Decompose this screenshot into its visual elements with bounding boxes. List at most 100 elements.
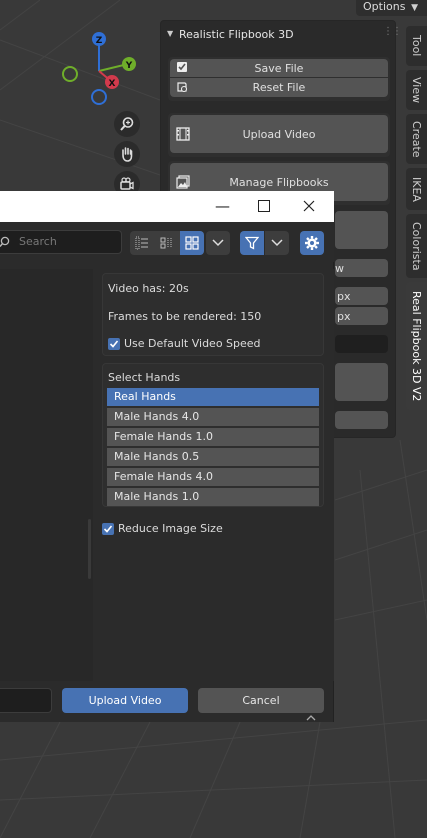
search-icon [0, 236, 10, 247]
reset-file-label: Reset File [252, 81, 306, 94]
options-label: Options [363, 0, 406, 13]
manage-flipbooks-label: Manage Flipbooks [229, 175, 329, 189]
list-item[interactable]: Male Hands 0.5 [107, 448, 319, 466]
cancel-label: Cancel [242, 694, 280, 707]
select-hands-label: Select Hands [108, 371, 181, 384]
file-browser-list[interactable] [0, 269, 93, 681]
default-speed-label: Use Default Video Speed [124, 337, 261, 350]
hidden-button-2[interactable] [335, 363, 388, 401]
hidden-field-px-2-label: px [337, 309, 351, 323]
reduce-image-size-label: Reduce Image Size [118, 522, 223, 535]
sidebar-tabs: Tool View Create IKEA Colorista Real Fli… [406, 26, 427, 426]
display-mode-group [130, 231, 204, 255]
zoom-button[interactable] [114, 111, 140, 137]
tab-view-label: View [410, 76, 423, 104]
tab-view[interactable]: View [406, 70, 427, 110]
checkbox-checked-icon [102, 522, 114, 535]
cancel-button[interactable]: Cancel [198, 688, 324, 713]
upload-video-label: Upload Video [88, 694, 162, 707]
upload-video-dialog: — Search Video has: 20s Frames to be ren… [0, 191, 334, 722]
chevron-down-icon: ▼ [411, 3, 418, 13]
video-length-text: Video has: 20s [108, 282, 189, 295]
gear-icon [305, 236, 319, 250]
list-vertical-button[interactable] [130, 231, 154, 255]
chevron-down-icon [271, 239, 283, 247]
minimize-icon[interactable]: — [215, 197, 230, 215]
scrollbar[interactable] [88, 519, 91, 579]
options-dropdown[interactable]: Options ▼ [356, 0, 427, 16]
hidden-button-3[interactable] [335, 411, 388, 429]
panel-upload-video-button[interactable]: Upload Video [170, 115, 388, 153]
tab-real-flipbook-label: Real Flipbook 3D V2 [410, 290, 423, 402]
search-input[interactable]: Search [0, 230, 122, 254]
display-mode-dropdown[interactable] [206, 231, 230, 255]
filter-icon [245, 236, 259, 250]
maximize-icon[interactable] [258, 200, 270, 212]
hidden-button-1[interactable] [335, 211, 388, 249]
thumbnail-button[interactable] [180, 231, 204, 255]
list-item[interactable]: Female Hands 1.0 [107, 428, 319, 446]
save-file-label: Save File [254, 61, 304, 75]
gizmo-y-label: Y [125, 61, 133, 71]
panel-upload-video-label: Upload Video [242, 127, 316, 141]
tab-tool[interactable]: Tool [406, 26, 427, 66]
filter-dropdown[interactable] [265, 231, 289, 255]
list-item[interactable]: Real Hands [107, 388, 319, 406]
image-icon [176, 175, 190, 192]
select-hands-box: Select Hands Real Hands Male Hands 4.0 F… [102, 363, 324, 507]
tab-colorista-label: Colorista [410, 221, 423, 271]
checkbox-checked-icon [108, 337, 120, 350]
tab-create-label: Create [410, 120, 423, 158]
dialog-titlebar[interactable]: — [0, 191, 334, 222]
upload-video-button[interactable]: Upload Video [62, 688, 188, 713]
3d-viewport[interactable]: Options ▼ Z Y X ▼ Realistic Flipbook 3D … [0, 0, 427, 838]
filename-input[interactable] [0, 688, 52, 713]
reset-file-button[interactable]: Reset File [170, 78, 388, 97]
chevron-down-icon: ▼ [167, 29, 174, 38]
tab-ikea[interactable]: IKEA [406, 168, 427, 210]
list-item[interactable]: Female Hands 4.0 [107, 468, 319, 486]
camera-icon [120, 177, 134, 190]
hands-list: Real Hands Male Hands 4.0 Female Hands 1… [107, 388, 319, 506]
columns-icon [160, 237, 172, 249]
hidden-field-w[interactable]: w [335, 259, 388, 277]
hand-icon [122, 147, 133, 162]
options-column: Video has: 20s Frames to be rendered: 15… [93, 269, 334, 681]
upload-group: Upload Video [168, 113, 390, 157]
navigation-gizmo[interactable]: Z Y X [56, 28, 142, 114]
list-horizontal-button[interactable] [155, 231, 179, 255]
reduce-image-size-checkbox[interactable]: Reduce Image Size [102, 522, 223, 535]
save-icon [176, 61, 188, 76]
panel-title: Realistic Flipbook 3D [179, 28, 294, 41]
tab-real-flipbook[interactable]: Real Flipbook 3D V2 [406, 282, 427, 410]
chevron-down-icon [212, 239, 224, 247]
video-info-box: Video has: 20s Frames to be rendered: 15… [102, 273, 324, 356]
tab-colorista[interactable]: Colorista [406, 214, 427, 278]
default-speed-checkbox[interactable]: Use Default Video Speed [108, 337, 261, 350]
film-icon [176, 127, 190, 144]
search-placeholder: Search [19, 235, 57, 248]
hidden-input[interactable] [335, 335, 388, 353]
list-item[interactable]: Male Hands 1.0 [107, 488, 319, 506]
zoom-icon [120, 117, 134, 131]
gizmo-x-label: X [109, 79, 116, 89]
file-group: Save File Reset File [168, 57, 390, 101]
chevron-up-icon[interactable] [306, 715, 316, 721]
hidden-field-px-1-label: px [337, 289, 351, 303]
tab-tool-label: Tool [410, 35, 423, 57]
tab-create[interactable]: Create [406, 114, 427, 164]
gizmo-z-label: Z [96, 36, 103, 46]
settings-button[interactable] [300, 231, 324, 255]
filter-button[interactable] [240, 231, 264, 255]
hidden-field-w-label: w [335, 261, 344, 275]
save-file-button[interactable]: Save File [170, 59, 388, 77]
hidden-field-px-1[interactable]: px [335, 287, 388, 305]
tab-ikea-label: IKEA [410, 176, 423, 202]
pan-button[interactable] [114, 141, 140, 167]
drag-handle-icon[interactable]: ⋮⋮ [383, 26, 402, 37]
panel-header[interactable]: ▼ Realistic Flipbook 3D ⋮⋮ [161, 21, 402, 49]
list-item[interactable]: Male Hands 4.0 [107, 408, 319, 426]
hidden-field-px-2[interactable]: px [335, 307, 388, 325]
reset-icon [176, 81, 188, 96]
close-icon[interactable] [303, 200, 315, 212]
